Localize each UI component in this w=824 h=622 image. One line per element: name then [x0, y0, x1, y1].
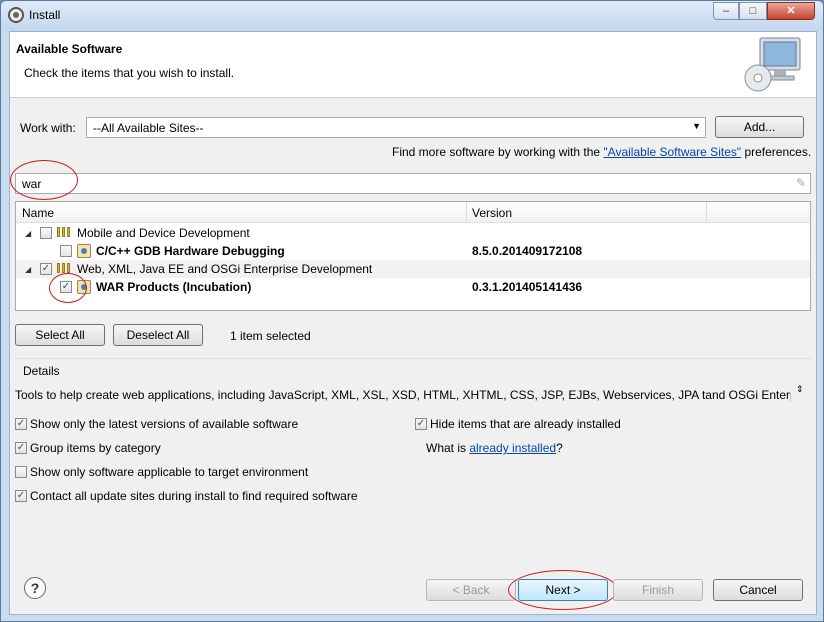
dialog-body: Available Software Check the items that …: [9, 31, 817, 615]
option-target-environment[interactable]: Show only software applicable to target …: [15, 464, 308, 480]
work-with-value: --All Available Sites--: [93, 121, 204, 135]
row-version: 8.5.0.201409172108: [472, 244, 583, 258]
install-window: Install – □ ✕ Available Software Check t…: [0, 0, 824, 622]
tree-row[interactable]: ◢ ✓ Web, XML, Java EE and OSGi Enterpris…: [16, 260, 810, 278]
available-software-sites-link[interactable]: "Available Software Sites": [603, 145, 741, 159]
tree-row[interactable]: C/C++ GDB Hardware Debugging 8.5.0.20140…: [16, 242, 810, 260]
tree-row[interactable]: ◢ Mobile and Device Development: [16, 224, 810, 242]
hide-checkbox[interactable]: ✓: [415, 417, 427, 430]
page-description: Check the items that you wish to install…: [24, 66, 235, 80]
column-name-header[interactable]: Name: [22, 206, 54, 220]
option-hide-installed[interactable]: ✓ Hide items that are already installed: [415, 416, 621, 432]
work-with-combo[interactable]: --All Available Sites-- ▼: [86, 117, 706, 138]
window-title: Install: [29, 8, 61, 22]
contact-checkbox[interactable]: ✓: [15, 489, 27, 502]
option-latest-versions[interactable]: ✓ Show only the latest versions of availa…: [15, 416, 298, 432]
option-group-by-category[interactable]: ✓ Group items by category: [15, 440, 161, 456]
help-icon[interactable]: ?: [24, 577, 46, 599]
title-bar[interactable]: Install – □ ✕: [1, 1, 823, 31]
finish-button[interactable]: Finish: [613, 579, 703, 601]
add-site-button[interactable]: Add...: [715, 116, 804, 138]
tree-row[interactable]: ✓ WAR Products (Incubation) 0.3.1.201405…: [16, 278, 810, 296]
feature-checkbox[interactable]: ✓: [60, 281, 72, 293]
filter-value: war: [22, 177, 42, 191]
maximize-button[interactable]: □: [739, 2, 767, 20]
cancel-button[interactable]: Cancel: [713, 579, 803, 601]
details-scroll-icon[interactable]: ⇕: [796, 384, 804, 395]
row-name: WAR Products (Incubation): [96, 280, 252, 294]
select-all-button[interactable]: Select All: [15, 324, 105, 346]
details-text: Tools to help create web applications, i…: [15, 388, 791, 402]
install-monitor-icon: [744, 37, 801, 92]
latest-checkbox[interactable]: ✓: [15, 417, 27, 430]
tree-header: Name Version: [16, 202, 810, 223]
category-icon: [57, 263, 73, 273]
group-checkbox[interactable]: ✓: [15, 441, 27, 454]
category-checkbox[interactable]: ✓: [40, 263, 52, 275]
deselect-all-button[interactable]: Deselect All: [113, 324, 203, 346]
category-checkbox[interactable]: [40, 227, 52, 239]
page-title: Available Software: [16, 42, 123, 56]
eclipse-icon: [8, 7, 24, 23]
wizard-header: Available Software Check the items that …: [10, 32, 816, 98]
work-with-label: Work with:: [20, 121, 76, 135]
chevron-down-icon: ▼: [692, 121, 701, 131]
clear-filter-icon[interactable]: ✎: [796, 176, 806, 190]
target-checkbox[interactable]: [15, 465, 27, 478]
expand-triangle-icon[interactable]: ◢: [25, 229, 31, 238]
option-contact-update-sites[interactable]: ✓ Contact all update sites during install…: [15, 488, 358, 504]
next-button[interactable]: Next >: [518, 579, 608, 601]
category-icon: [57, 227, 73, 237]
row-name: C/C++ GDB Hardware Debugging: [96, 244, 285, 258]
minimize-button[interactable]: –: [713, 2, 739, 20]
selection-status: 1 item selected: [230, 329, 311, 343]
row-name: Web, XML, Java EE and OSGi Enterprise De…: [77, 262, 373, 276]
feature-icon: [77, 244, 91, 258]
column-version-header[interactable]: Version: [472, 206, 512, 220]
software-tree: Name Version ◢ Mobile and Device Develop…: [15, 201, 811, 311]
find-more-text: Find more software by working with the "…: [392, 145, 812, 159]
row-name: Mobile and Device Development: [77, 226, 250, 240]
expand-triangle-icon[interactable]: ◢: [25, 265, 31, 274]
row-version: 0.3.1.201405141436: [472, 280, 583, 294]
already-installed-link[interactable]: already installed: [469, 441, 556, 455]
what-is-installed-text: What is already installed?: [426, 441, 563, 455]
close-button[interactable]: ✕: [767, 2, 815, 20]
back-button[interactable]: < Back: [426, 579, 516, 601]
filter-input[interactable]: war ✎: [15, 173, 811, 194]
feature-icon: [77, 280, 91, 294]
details-label: Details: [23, 364, 60, 378]
feature-checkbox[interactable]: [60, 245, 72, 257]
